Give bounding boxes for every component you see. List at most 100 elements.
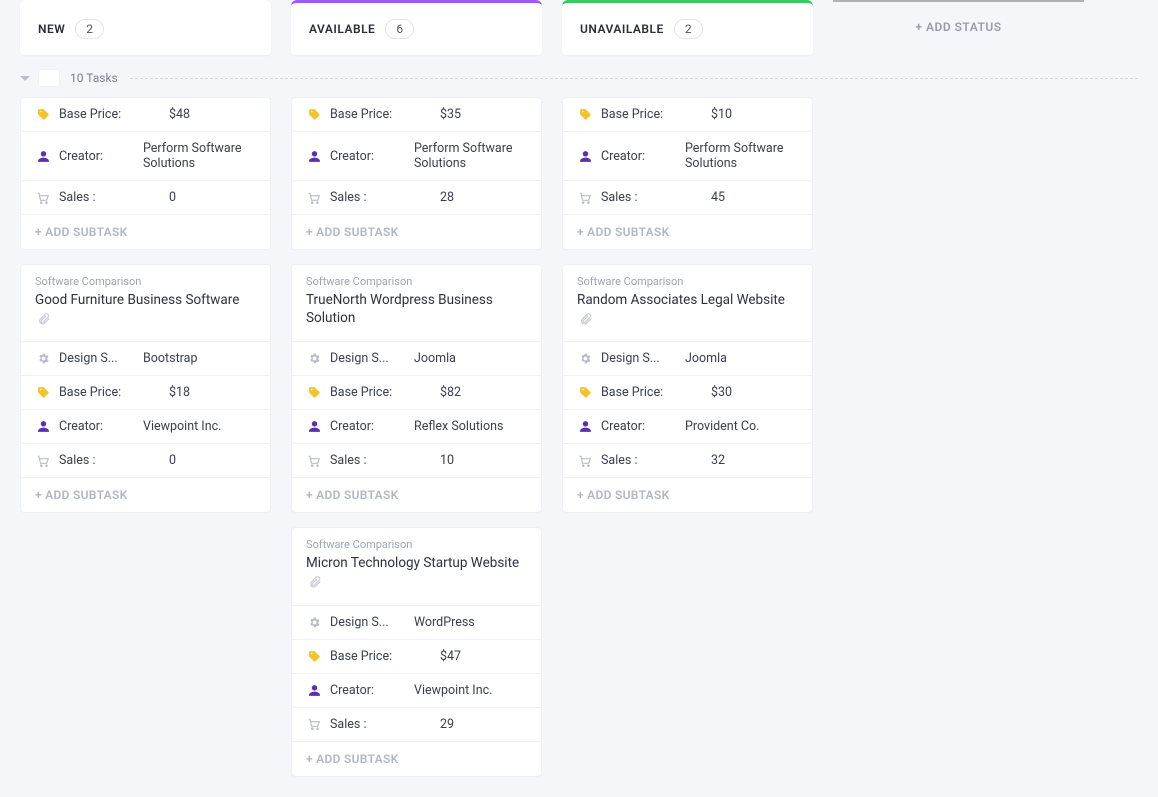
field-label: Creator:	[330, 149, 410, 164]
lane-available: Base Price:$35Creator:Perform Software S…	[291, 97, 542, 777]
field-label: Creator:	[330, 683, 410, 698]
field-label: Design S...	[601, 351, 681, 366]
task-card[interactable]: Software Comparison TrueNorth Wordpress B…	[291, 264, 542, 513]
field-value: Viewpoint Inc.	[139, 419, 256, 434]
field-row: Design S...WordPress	[292, 605, 541, 639]
field-row: Design S...Joomla	[563, 341, 812, 375]
field-label: Base Price:	[330, 107, 410, 122]
field-value: 32	[681, 453, 798, 468]
field-row: Sales :0	[21, 180, 270, 214]
field-label: Design S...	[59, 351, 139, 366]
add-subtask-button[interactable]: + ADD SUBTASK	[292, 214, 541, 249]
add-subtask-button[interactable]: + ADD SUBTASK	[292, 477, 541, 512]
field-label: Sales :	[330, 453, 410, 468]
lane-unavailable: Base Price:$10Creator:Perform Software S…	[562, 97, 813, 513]
field-value: $30	[681, 385, 798, 400]
field-label: Sales :	[59, 453, 139, 468]
field-label: Sales :	[59, 190, 139, 205]
field-value: Bootstrap	[139, 351, 256, 366]
field-value: Perform Software Solutions	[681, 141, 798, 171]
add-subtask-button[interactable]: + ADD SUBTASK	[292, 741, 541, 776]
field-row: Base Price:$48	[21, 98, 270, 131]
user-icon	[577, 420, 593, 433]
add-subtask-button[interactable]: + ADD SUBTASK	[21, 477, 270, 512]
field-row: Base Price:$82	[292, 375, 541, 409]
field-row: Creator:Reflex Solutions	[292, 409, 541, 443]
field-value: Viewpoint Inc.	[410, 683, 527, 698]
column-count: 2	[674, 19, 703, 39]
cart-icon	[577, 454, 593, 468]
cart-icon	[306, 454, 322, 468]
field-value: $82	[410, 385, 527, 400]
field-value: $10	[681, 107, 798, 122]
task-card[interactable]: Software Comparison Micron Technology Sta…	[291, 527, 542, 776]
add-subtask-button[interactable]: + ADD SUBTASK	[563, 477, 812, 512]
group-header[interactable]: 10 Tasks	[20, 69, 1138, 87]
add-status-label: + ADD STATUS	[915, 20, 1001, 34]
field-label: Sales :	[601, 453, 681, 468]
column-headers-row: NEW 2 AVAILABLE 6 UNAVAILABLE 2 + ADD ST…	[20, 0, 1138, 55]
field-label: Creator:	[59, 419, 139, 434]
column-header-new[interactable]: NEW 2	[20, 0, 271, 55]
task-card[interactable]: Base Price:$10Creator:Perform Software S…	[562, 97, 813, 250]
user-icon	[577, 150, 593, 163]
paperclip-icon	[37, 312, 51, 326]
field-row: Base Price:$10	[563, 98, 812, 131]
field-row: Sales :10	[292, 443, 541, 477]
field-value: WordPress	[410, 615, 527, 630]
field-row: Creator:Perform Software Solutions	[21, 131, 270, 180]
field-row: Sales :29	[292, 707, 541, 741]
add-status-button[interactable]: + ADD STATUS	[833, 0, 1084, 52]
field-value: $48	[139, 107, 256, 122]
group-color-chip	[38, 69, 60, 87]
field-label: Base Price:	[59, 385, 139, 400]
task-card[interactable]: Base Price:$35Creator:Perform Software S…	[291, 97, 542, 250]
card-header: Software ComparisonRandom Associates Leg…	[563, 265, 812, 341]
task-card[interactable]: Software ComparisonGood Furniture Busine…	[20, 264, 271, 513]
field-value: Joomla	[410, 351, 527, 366]
field-label: Base Price:	[59, 107, 139, 122]
add-subtask-button[interactable]: + ADD SUBTASK	[21, 214, 270, 249]
tag-icon	[577, 108, 593, 121]
card-category: Software Comparison	[577, 275, 798, 288]
tag-icon	[306, 108, 322, 121]
column-header-unavailable[interactable]: UNAVAILABLE 2	[562, 0, 813, 55]
cart-icon	[35, 191, 51, 205]
field-row: Creator:Viewpoint Inc.	[21, 409, 270, 443]
column-header-available[interactable]: AVAILABLE 6	[291, 0, 542, 55]
group-label: 10 Tasks	[70, 71, 118, 85]
caret-down-icon	[20, 76, 30, 81]
card-header: Software Comparison Micron Technology Sta…	[292, 528, 541, 604]
field-value: $35	[410, 107, 527, 122]
field-label: Sales :	[330, 717, 410, 732]
cart-icon	[306, 717, 322, 731]
field-row: Design S...Bootstrap	[21, 341, 270, 375]
field-value: $47	[410, 649, 527, 664]
card-title: TrueNorth Wordpress Business Solution	[306, 291, 527, 327]
cart-icon	[306, 191, 322, 205]
field-label: Sales :	[330, 190, 410, 205]
field-row: Creator:Perform Software Solutions	[563, 131, 812, 180]
card-title: Micron Technology Startup Website	[306, 554, 527, 590]
gear-icon	[577, 352, 593, 365]
field-row: Creator:Provident Co.	[563, 409, 812, 443]
field-label: Sales :	[601, 190, 681, 205]
board-lanes: Base Price:$48Creator:Perform Software S…	[20, 97, 1138, 777]
column-title: NEW	[38, 22, 65, 36]
card-category: Software Comparison	[306, 538, 527, 551]
task-card[interactable]: Base Price:$48Creator:Perform Software S…	[20, 97, 271, 250]
column-title: UNAVAILABLE	[580, 22, 664, 36]
task-card[interactable]: Software ComparisonRandom Associates Leg…	[562, 264, 813, 513]
field-label: Creator:	[330, 419, 410, 434]
column-count: 2	[75, 19, 104, 39]
tag-icon	[306, 650, 322, 663]
card-category: Software Comparison	[306, 275, 527, 288]
field-value: Provident Co.	[681, 419, 798, 434]
lane-new: Base Price:$48Creator:Perform Software S…	[20, 97, 271, 513]
field-label: Base Price:	[601, 107, 681, 122]
gear-icon	[306, 352, 322, 365]
add-subtask-button[interactable]: + ADD SUBTASK	[563, 214, 812, 249]
paperclip-icon	[579, 312, 593, 326]
field-value: 10	[410, 453, 527, 468]
tag-icon	[35, 386, 51, 399]
